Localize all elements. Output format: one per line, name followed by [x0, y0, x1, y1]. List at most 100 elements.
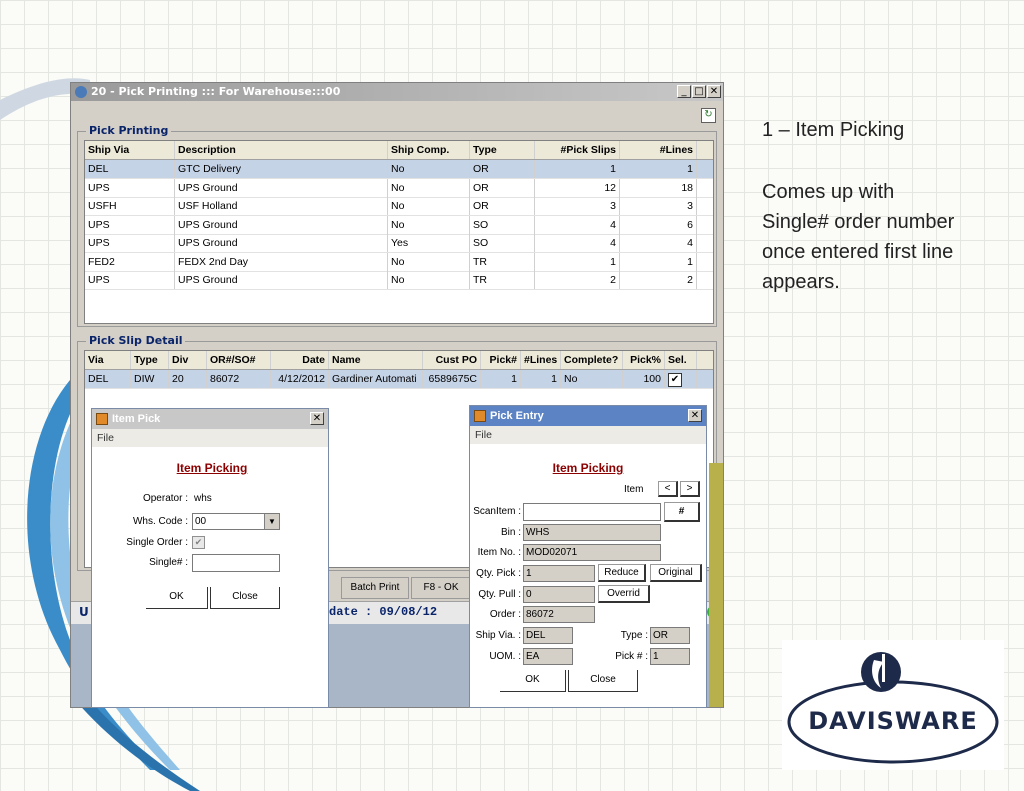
single-order-checkbox[interactable]: ✔ — [192, 536, 205, 549]
table-row[interactable]: FED2 FEDX 2nd Day No TR 1 1 — [85, 252, 713, 272]
pick-printing-group: Pick Printing Ship Via Description Ship … — [77, 124, 717, 327]
type-label: Type : — [620, 630, 648, 641]
cell-ship-via: UPS — [85, 234, 175, 252]
override-button[interactable]: Overrid — [598, 585, 650, 603]
pick-slip-detail-label: Pick Slip Detail — [86, 334, 186, 347]
original-button[interactable]: Original — [650, 564, 702, 582]
operator-label: Operator : — [142, 493, 188, 504]
col-date[interactable]: Date — [271, 351, 329, 369]
col-ship-comp[interactable]: Ship Comp. — [388, 141, 470, 159]
scan-item-input[interactable] — [523, 503, 661, 521]
refresh-icon[interactable]: ↻ — [701, 108, 716, 123]
table-row[interactable]: UPS UPS Ground No OR 12 18 — [85, 178, 713, 198]
table-row[interactable]: UPS UPS Ground Yes SO 4 4 — [85, 234, 713, 253]
cell-lines: 1 — [620, 252, 697, 271]
cell-lines: 6 — [620, 215, 697, 234]
item-label: Item — [624, 484, 644, 495]
cell-description: UPS Ground — [175, 215, 388, 234]
close-dialog-button[interactable]: Close — [210, 587, 280, 609]
prev-item-button[interactable]: < — [658, 481, 678, 497]
close-button[interactable]: ✕ — [707, 85, 721, 98]
cell-pick-slips: 1 — [535, 252, 620, 271]
window-title: 20 - Pick Printing ::: For Warehouse:::0… — [91, 85, 341, 98]
minimize-button[interactable]: _ — [677, 85, 691, 98]
col-type[interactable]: Type — [131, 351, 169, 369]
col-complete[interactable]: Complete? — [561, 351, 623, 369]
close-button[interactable]: ✕ — [310, 412, 324, 425]
col-ship-via[interactable]: Ship Via — [85, 141, 175, 159]
menu-file[interactable]: File — [470, 426, 706, 444]
cell-pick-slips: 3 — [535, 197, 620, 215]
slide-title: 1 – Item Picking — [762, 119, 905, 141]
col-pick-num[interactable]: Pick# — [481, 351, 521, 369]
col-pick-slips[interactable]: #Pick Slips — [535, 141, 620, 159]
cell-sel: ✔ — [665, 370, 697, 388]
col-type[interactable]: Type — [470, 141, 535, 159]
dialog-title: Pick Entry — [490, 410, 544, 422]
col-via[interactable]: Via — [85, 351, 131, 369]
next-item-button[interactable]: > — [680, 481, 700, 497]
hash-button[interactable]: # — [664, 502, 700, 522]
cell-description: UPS Ground — [175, 271, 388, 289]
table-row[interactable]: UPS UPS Ground No TR 2 2 — [85, 271, 713, 290]
col-div[interactable]: Div — [169, 351, 207, 369]
close-button[interactable]: ✕ — [688, 409, 702, 422]
cell-div: 20 — [169, 370, 207, 388]
type-field: OR — [650, 627, 690, 644]
col-pick-pct[interactable]: Pick% — [623, 351, 665, 369]
cell-ship-via: UPS — [85, 178, 175, 197]
ship-via-field: DEL — [523, 627, 573, 644]
table-row[interactable]: DEL GTC Delivery No OR 1 1 — [85, 160, 713, 179]
cell-ship-comp: No — [388, 160, 470, 178]
table-row[interactable]: DEL DIW 20 86072 4/12/2012 Gardiner Auto… — [85, 370, 713, 389]
col-or-so[interactable]: OR#/SO# — [207, 351, 271, 369]
cell-ship-via: UPS — [85, 215, 175, 234]
table-row[interactable]: UPS UPS Ground No SO 4 6 — [85, 215, 713, 235]
maximize-button[interactable]: □ — [692, 85, 706, 98]
cell-lines: 4 — [620, 234, 697, 252]
pick-num-label: Pick # : — [615, 651, 648, 662]
col-lines[interactable]: #Lines — [620, 141, 697, 159]
cell-via: DEL — [85, 370, 131, 388]
checkmark-icon: ✔ — [194, 537, 203, 547]
reduce-button[interactable]: Reduce — [598, 564, 646, 582]
col-description[interactable]: Description — [175, 141, 388, 159]
select-checkbox[interactable]: ✔ — [668, 373, 682, 387]
form-icon — [96, 413, 108, 425]
cell-type: SO — [470, 215, 535, 234]
item-pick-dialog: Item Pick ✕ File Item Picking Operator :… — [91, 408, 329, 708]
ok-button[interactable]: OK — [500, 670, 566, 692]
order-label: Order : — [489, 609, 521, 620]
logo-graphic — [787, 652, 999, 764]
menu-file[interactable]: File — [92, 429, 328, 447]
close-dialog-button[interactable]: Close — [568, 670, 638, 692]
f8-ok-button[interactable]: F8 - OK — [411, 577, 471, 599]
order-field: 86072 — [523, 606, 595, 623]
single-num-input[interactable] — [192, 554, 280, 572]
body-line: Single# order number — [762, 211, 955, 233]
table-row[interactable]: USFH USF Holland No OR 3 3 — [85, 197, 713, 216]
operator-value: whs — [194, 493, 212, 504]
pick-printing-grid: Ship Via Description Ship Comp. Type #Pi… — [84, 140, 714, 324]
dialog-titlebar: Item Pick — [92, 409, 328, 429]
form-icon — [474, 410, 486, 422]
batch-print-button[interactable]: Batch Print — [341, 577, 409, 599]
qty-pull-label: Qty. Pull : — [478, 589, 521, 600]
chevron-down-icon[interactable]: ▼ — [264, 514, 279, 529]
col-sel[interactable]: Sel. — [665, 351, 697, 369]
col-name[interactable]: Name — [329, 351, 423, 369]
scan-item-label: ScanItem : — [473, 506, 521, 517]
cell-type: OR — [470, 178, 535, 197]
whs-code-select[interactable]: 00 ▼ — [192, 513, 280, 530]
col-cust-po[interactable]: Cust PO — [423, 351, 481, 369]
qty-pick-field[interactable]: 1 — [523, 565, 595, 582]
cell-type: OR — [470, 160, 535, 178]
ok-button[interactable]: OK — [146, 587, 208, 609]
col-num-lines[interactable]: #Lines — [521, 351, 561, 369]
uom-field: EA — [523, 648, 573, 665]
item-no-field: MOD02071 — [523, 544, 661, 561]
cell-lines: 2 — [620, 271, 697, 289]
item-picking-heading: Item Picking — [552, 461, 624, 475]
cell-type: TR — [470, 252, 535, 271]
item-picking-heading: Item Picking — [176, 461, 248, 475]
